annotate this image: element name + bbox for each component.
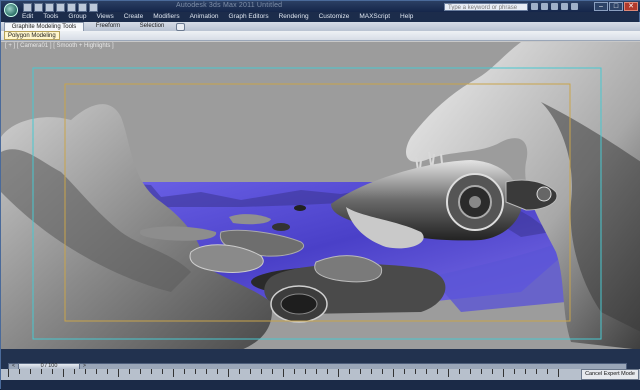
viewport-label-menu[interactable]: [ + ] [ Camera01 ] [ Smooth + Highlights… xyxy=(5,43,114,49)
ribbon-panel: Polygon Modeling xyxy=(1,31,640,41)
application-window: Autodesk 3ds Max 2011 Untitled Type a ke… xyxy=(0,0,640,390)
window-controls: – □ ✕ xyxy=(594,2,638,11)
title-bar: Autodesk 3ds Max 2011 Untitled Type a ke… xyxy=(1,1,640,17)
menu-views[interactable]: Views xyxy=(91,12,118,22)
help-icon[interactable] xyxy=(571,3,578,10)
maximize-button[interactable]: □ xyxy=(609,2,623,11)
menu-tools[interactable]: Tools xyxy=(38,12,63,22)
viewport-scene xyxy=(1,42,640,350)
tab-freeform[interactable]: Freeform xyxy=(87,22,129,31)
hold-icon[interactable] xyxy=(78,3,87,12)
track-bar[interactable] xyxy=(1,369,640,380)
turbine-ring-inner xyxy=(280,293,318,315)
search-input[interactable]: Type a keyword or phrase xyxy=(444,3,528,11)
ship-nose-cap xyxy=(536,186,552,202)
quick-access-toolbar xyxy=(23,3,98,12)
menu-customize[interactable]: Customize xyxy=(314,12,355,22)
ribbon-tab-bar: Graphite Modeling Tools Freeform Selecti… xyxy=(1,22,640,31)
menu-group[interactable]: Group xyxy=(63,12,91,22)
menu-rendering[interactable]: Rendering xyxy=(274,12,314,22)
menu-create[interactable]: Create xyxy=(119,12,149,22)
infocenter-toolbar xyxy=(531,3,578,10)
menu-edit[interactable]: Edit xyxy=(17,12,38,22)
new-file-icon[interactable] xyxy=(23,3,32,12)
fetch-icon[interactable] xyxy=(89,3,98,12)
menu-graph-editors[interactable]: Graph Editors xyxy=(224,12,274,22)
cancel-expert-mode-button[interactable]: Cancel Expert Mode xyxy=(581,369,639,380)
communication-center-icon[interactable] xyxy=(551,3,558,10)
track-bar-major-ticks xyxy=(8,369,568,380)
save-file-icon[interactable] xyxy=(45,3,54,12)
polygon-modeling-panel-button[interactable]: Polygon Modeling xyxy=(4,31,60,40)
menu-maxscript[interactable]: MAXScript xyxy=(354,12,395,22)
debris-hatch xyxy=(272,223,290,231)
undo-icon[interactable] xyxy=(56,3,65,12)
camera-viewport[interactable]: [ + ] [ Camera01 ] [ Smooth + Highlights… xyxy=(1,41,640,350)
tab-graphite-modeling-tools[interactable]: Graphite Modeling Tools xyxy=(4,22,84,31)
window-title: Autodesk 3ds Max 2011 Untitled xyxy=(176,2,283,9)
close-button[interactable]: ✕ xyxy=(624,2,638,11)
ship-engine-core xyxy=(469,196,481,208)
subscription-icon[interactable] xyxy=(541,3,548,10)
tab-selection[interactable]: Selection xyxy=(131,22,173,31)
menu-help[interactable]: Help xyxy=(395,12,418,22)
open-file-icon[interactable] xyxy=(34,3,43,12)
redo-icon[interactable] xyxy=(67,3,76,12)
search-icon[interactable] xyxy=(531,3,538,10)
menu-modifiers[interactable]: Modifiers xyxy=(148,12,184,22)
minimize-button[interactable]: – xyxy=(594,2,608,11)
debris-disk xyxy=(294,205,306,211)
time-slider-area: < 0 / 100 > xyxy=(1,349,640,370)
ribbon-toggle-icon[interactable] xyxy=(176,23,185,31)
menu-animation[interactable]: Animation xyxy=(185,12,224,22)
app-logo-icon[interactable] xyxy=(4,3,18,17)
favorites-star-icon[interactable] xyxy=(561,3,568,10)
menu-bar: Edit Tools Group Views Create Modifiers … xyxy=(17,12,418,22)
